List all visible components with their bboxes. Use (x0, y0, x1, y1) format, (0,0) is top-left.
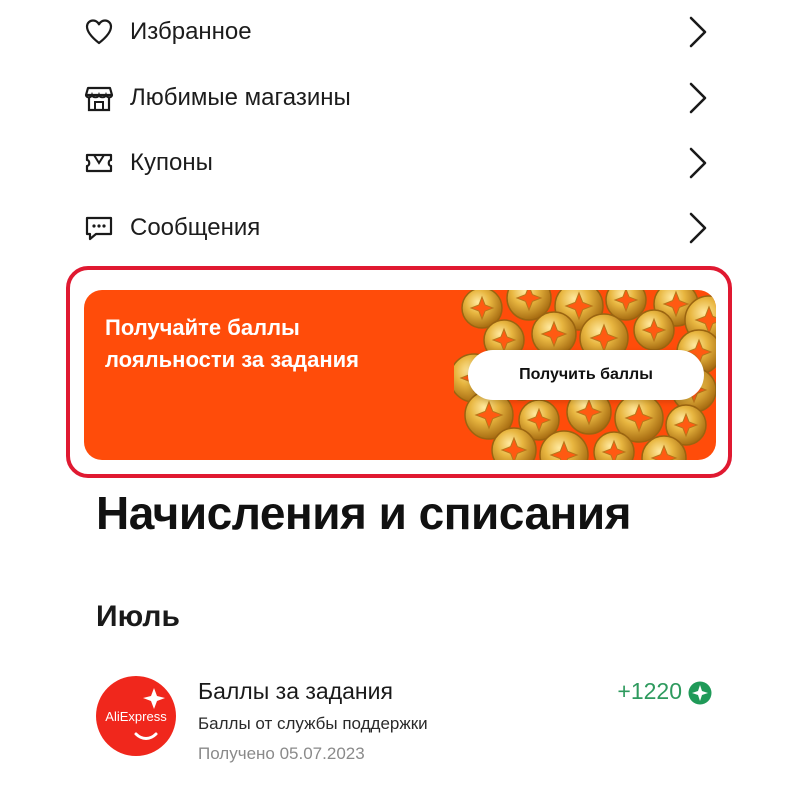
promo-line-2: лояльности за задания (105, 347, 359, 372)
month-heading: Июль (96, 600, 180, 633)
transaction-amount: +1220 (617, 678, 682, 704)
menu-item-label: Сообщения (130, 214, 261, 241)
menu-item-label: Любимые магазины (130, 84, 351, 111)
menu-item-label: Купоны (130, 149, 213, 176)
menu-item-favorite-stores[interactable]: Любимые магазины (84, 70, 724, 126)
promo-text: Получайте баллы лояльности за задания (105, 312, 435, 376)
aliexpress-logo: AliExpress (96, 676, 176, 756)
transaction-date: Получено 05.07.2023 (198, 744, 365, 763)
menu-item-label: Избранное (130, 18, 252, 45)
promo-line-1: Получайте баллы (105, 315, 300, 340)
logo-text: AliExpress (105, 709, 167, 724)
loyalty-promo-banner[interactable]: Получайте баллы лояльности за задания По… (84, 290, 716, 460)
chevron-right-icon (689, 147, 707, 179)
heart-icon (84, 17, 114, 47)
menu-item-favorites[interactable]: Избранное (84, 4, 724, 60)
transaction-row[interactable]: AliExpress Баллы за задания Баллы от слу… (96, 676, 716, 776)
transaction-title: Баллы за задания (198, 678, 393, 704)
points-coin-icon (688, 681, 712, 705)
menu-item-messages[interactable]: Сообщения (84, 200, 724, 256)
coupon-icon (84, 148, 114, 178)
get-points-button[interactable]: Получить баллы (468, 350, 704, 400)
message-icon (84, 213, 114, 243)
chevron-right-icon (689, 212, 707, 244)
store-icon (84, 83, 114, 113)
transaction-subtitle: Баллы от службы поддержки (198, 714, 428, 733)
page-title: Начисления и списания (96, 487, 631, 539)
chevron-right-icon (689, 82, 707, 114)
chevron-right-icon (689, 16, 707, 48)
menu-item-coupons[interactable]: Купоны (84, 135, 724, 191)
